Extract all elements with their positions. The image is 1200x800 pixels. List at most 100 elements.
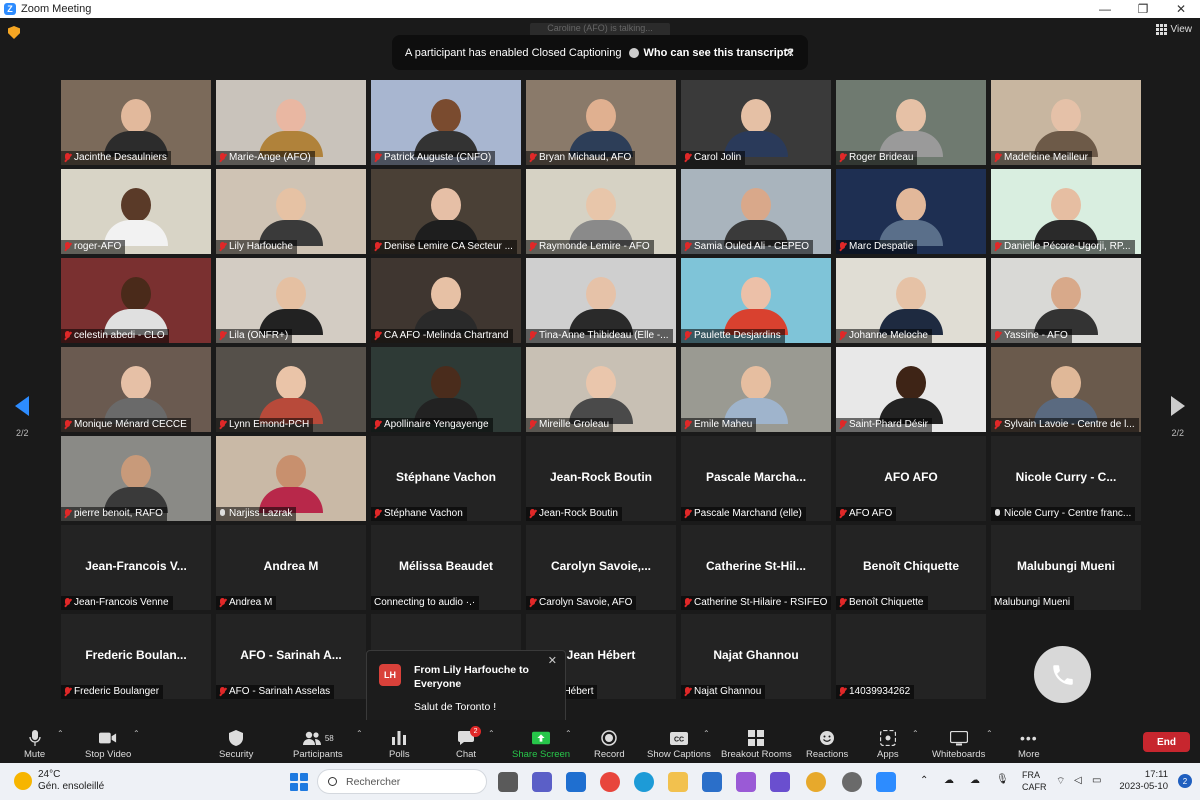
participant-tile[interactable]: Jean-Francois V... Jean-Francois Venne — [61, 525, 211, 610]
volume-icon[interactable]: ◁ — [1074, 775, 1082, 786]
participant-tile[interactable]: pierre benoit, RAFO — [61, 436, 211, 521]
participants-button[interactable]: 58 Participants — [293, 726, 343, 760]
polls-button[interactable]: Polls — [389, 726, 410, 760]
participant-tile[interactable]: roger-AFO — [61, 169, 211, 254]
microphone-tray-icon[interactable]: 🎙 — [996, 774, 1009, 785]
minimize-icon[interactable]: — — [1086, 0, 1124, 18]
participant-tile[interactable]: Carolyn Savoie,... Carolyn Savoie, AFO — [526, 525, 676, 610]
participant-tile[interactable]: Emile Maheu — [681, 347, 831, 432]
participant-tile[interactable]: Jacinthe Desaulniers — [61, 80, 211, 165]
participant-tile[interactable]: Johanne Meloche — [836, 258, 986, 343]
view-button[interactable]: View — [1155, 24, 1192, 35]
participant-tile[interactable]: Saint-Phard Désir — [836, 347, 986, 432]
record-button[interactable]: Record — [594, 726, 625, 760]
participant-tile[interactable]: Samia Ouled Ali - CEPEO — [681, 169, 831, 254]
end-meeting-button[interactable]: End — [1143, 732, 1190, 752]
encryption-shield-icon[interactable] — [8, 26, 20, 39]
participant-tile[interactable]: Roger Brideau — [836, 80, 986, 165]
wifi-icon[interactable]: ⌔ — [1056, 775, 1065, 788]
participant-tile[interactable]: Marc Despatie — [836, 169, 986, 254]
security-button[interactable]: Security — [219, 726, 253, 760]
maximize-icon[interactable]: ❐ — [1124, 0, 1162, 18]
task-view-icon[interactable] — [498, 772, 518, 792]
language-indicator[interactable]: FRA CAFR — [1022, 769, 1047, 793]
participant-tile[interactable]: Jean-Rock Boutin Jean-Rock Boutin — [526, 436, 676, 521]
participant-tile[interactable]: AFO AFO AFO AFO — [836, 436, 986, 521]
breakout-rooms-button[interactable]: Breakout Rooms — [721, 726, 792, 760]
participant-tile[interactable]: Lila (ONFR+) — [216, 258, 366, 343]
participant-tile[interactable]: Raymonde Lemire - AFO — [526, 169, 676, 254]
participant-tile[interactable]: Malubungi Mueni Malubungi Mueni — [991, 525, 1141, 610]
stop-video-button[interactable]: Stop Video — [85, 726, 131, 760]
participant-tile[interactable]: Tina-Anne Thibideau (Elle -... — [526, 258, 676, 343]
next-page-arrow-icon[interactable] — [1171, 396, 1185, 416]
system-clock[interactable]: 17:11 2023-05-10 — [1119, 769, 1168, 793]
app-icon-purple[interactable] — [770, 772, 790, 792]
apps-button[interactable]: Apps — [877, 726, 899, 760]
participant-tile[interactable]: Andrea M Andrea M — [216, 525, 366, 610]
whiteboards-options-caret-icon[interactable]: ⌃ — [986, 729, 993, 738]
taskbar-search[interactable]: Rechercher — [317, 769, 487, 794]
participant-tile[interactable]: 14039934262 — [836, 614, 986, 699]
participant-tile[interactable]: Narjiss Lazrak — [216, 436, 366, 521]
audio-options-caret-icon[interactable]: ⌃ — [57, 729, 64, 738]
participant-tile[interactable]: Mélissa Beaudet Connecting to audio ·.· — [371, 525, 521, 610]
participant-tile[interactable]: Danielle Pécore-Ugorji, RP... — [991, 169, 1141, 254]
participant-tile[interactable]: Frederic Boulan... Frederic Boulanger — [61, 614, 211, 699]
notification-badge[interactable]: 2 — [1178, 774, 1192, 788]
participant-tile[interactable]: Marie-Ange (AFO) — [216, 80, 366, 165]
windows-start-icon[interactable] — [290, 773, 308, 791]
battery-icon[interactable]: ▭ — [1092, 775, 1101, 786]
chat-notification[interactable]: LH From Lily Harfouche to Everyone Salut… — [366, 650, 566, 728]
chat-options-caret-icon[interactable]: ⌃ — [488, 729, 495, 738]
teams-icon[interactable] — [532, 772, 552, 792]
share-options-caret-icon[interactable]: ⌃ — [565, 729, 572, 738]
participant-tile[interactable]: Mireille Groleau — [526, 347, 676, 432]
chrome-icon[interactable] — [600, 772, 620, 792]
apps-options-caret-icon[interactable]: ⌃ — [912, 729, 919, 738]
outlook-icon[interactable] — [702, 772, 722, 792]
zoom-taskbar-icon[interactable] — [876, 772, 896, 792]
participant-tile[interactable]: Lily Harfouche — [216, 169, 366, 254]
participant-tile[interactable]: Denise Lemire CA Secteur ... — [371, 169, 521, 254]
weather-widget[interactable]: 24°C Gén. ensoleillé — [14, 769, 104, 793]
settings-gear-icon[interactable] — [842, 772, 862, 792]
mail-icon[interactable] — [566, 772, 586, 792]
participant-tile[interactable]: Apollinaire Yengayenge — [371, 347, 521, 432]
video-options-caret-icon[interactable]: ⌃ — [133, 729, 140, 738]
participant-tile[interactable]: Najat Ghannou Najat Ghannou — [681, 614, 831, 699]
banner-close-icon[interactable]: ✕ — [784, 45, 795, 61]
participant-tile[interactable]: Nicole Curry - C... Nicole Curry - Centre… — [991, 436, 1141, 521]
previous-page-arrow-icon[interactable] — [15, 396, 29, 416]
close-icon[interactable]: ✕ — [1162, 0, 1200, 18]
transcript-visibility-link[interactable]: Who can see this transcript? — [629, 47, 794, 59]
more-button[interactable]: ••• More — [1018, 726, 1040, 760]
participant-tile[interactable]: celestin abedi - CLO — [61, 258, 211, 343]
participant-tile[interactable]: Madeleine Meilleur — [991, 80, 1141, 165]
show-captions-button[interactable]: CC Show Captions — [647, 726, 711, 760]
participant-tile[interactable]: CA AFO -Melinda Chartrand — [371, 258, 521, 343]
chrome-alt-icon[interactable] — [806, 772, 826, 792]
share-screen-button[interactable]: Share Screen — [512, 726, 570, 760]
captions-options-caret-icon[interactable]: ⌃ — [703, 729, 710, 738]
participant-tile[interactable]: Sylvain Lavoie - Centre de l... — [991, 347, 1141, 432]
participant-tile[interactable]: Stéphane Vachon Stéphane Vachon — [371, 436, 521, 521]
chat-button[interactable]: 2 Chat — [456, 726, 482, 760]
participant-tile[interactable]: Paulette Desjardins — [681, 258, 831, 343]
participant-tile[interactable]: Monique Ménard CECCE — [61, 347, 211, 432]
reactions-button[interactable]: Reactions — [806, 726, 848, 760]
participant-tile[interactable]: Lynn Emond-PCH — [216, 347, 366, 432]
file-explorer-icon[interactable] — [668, 772, 688, 792]
participant-tile[interactable]: Patrick Auguste (CNFO) — [371, 80, 521, 165]
participant-tile[interactable]: Benoît Chiquette Benoît Chiquette — [836, 525, 986, 610]
copilot-icon[interactable] — [736, 772, 756, 792]
tray-expand-icon[interactable]: ⌃ — [920, 775, 928, 786]
participant-tile[interactable]: Yassine - AFO — [991, 258, 1141, 343]
participant-tile[interactable]: Carol Jolin — [681, 80, 831, 165]
participants-options-caret-icon[interactable]: ⌃ — [356, 729, 363, 738]
participant-tile[interactable]: Catherine St-Hil... Catherine St-Hilaire … — [681, 525, 831, 610]
edge-icon[interactable] — [634, 772, 654, 792]
participant-tile[interactable]: AFO - Sarinah A... AFO - Sarinah Asselas — [216, 614, 366, 699]
onedrive-icon[interactable]: ☁ — [970, 775, 980, 786]
whiteboards-button[interactable]: Whiteboards — [932, 726, 985, 760]
